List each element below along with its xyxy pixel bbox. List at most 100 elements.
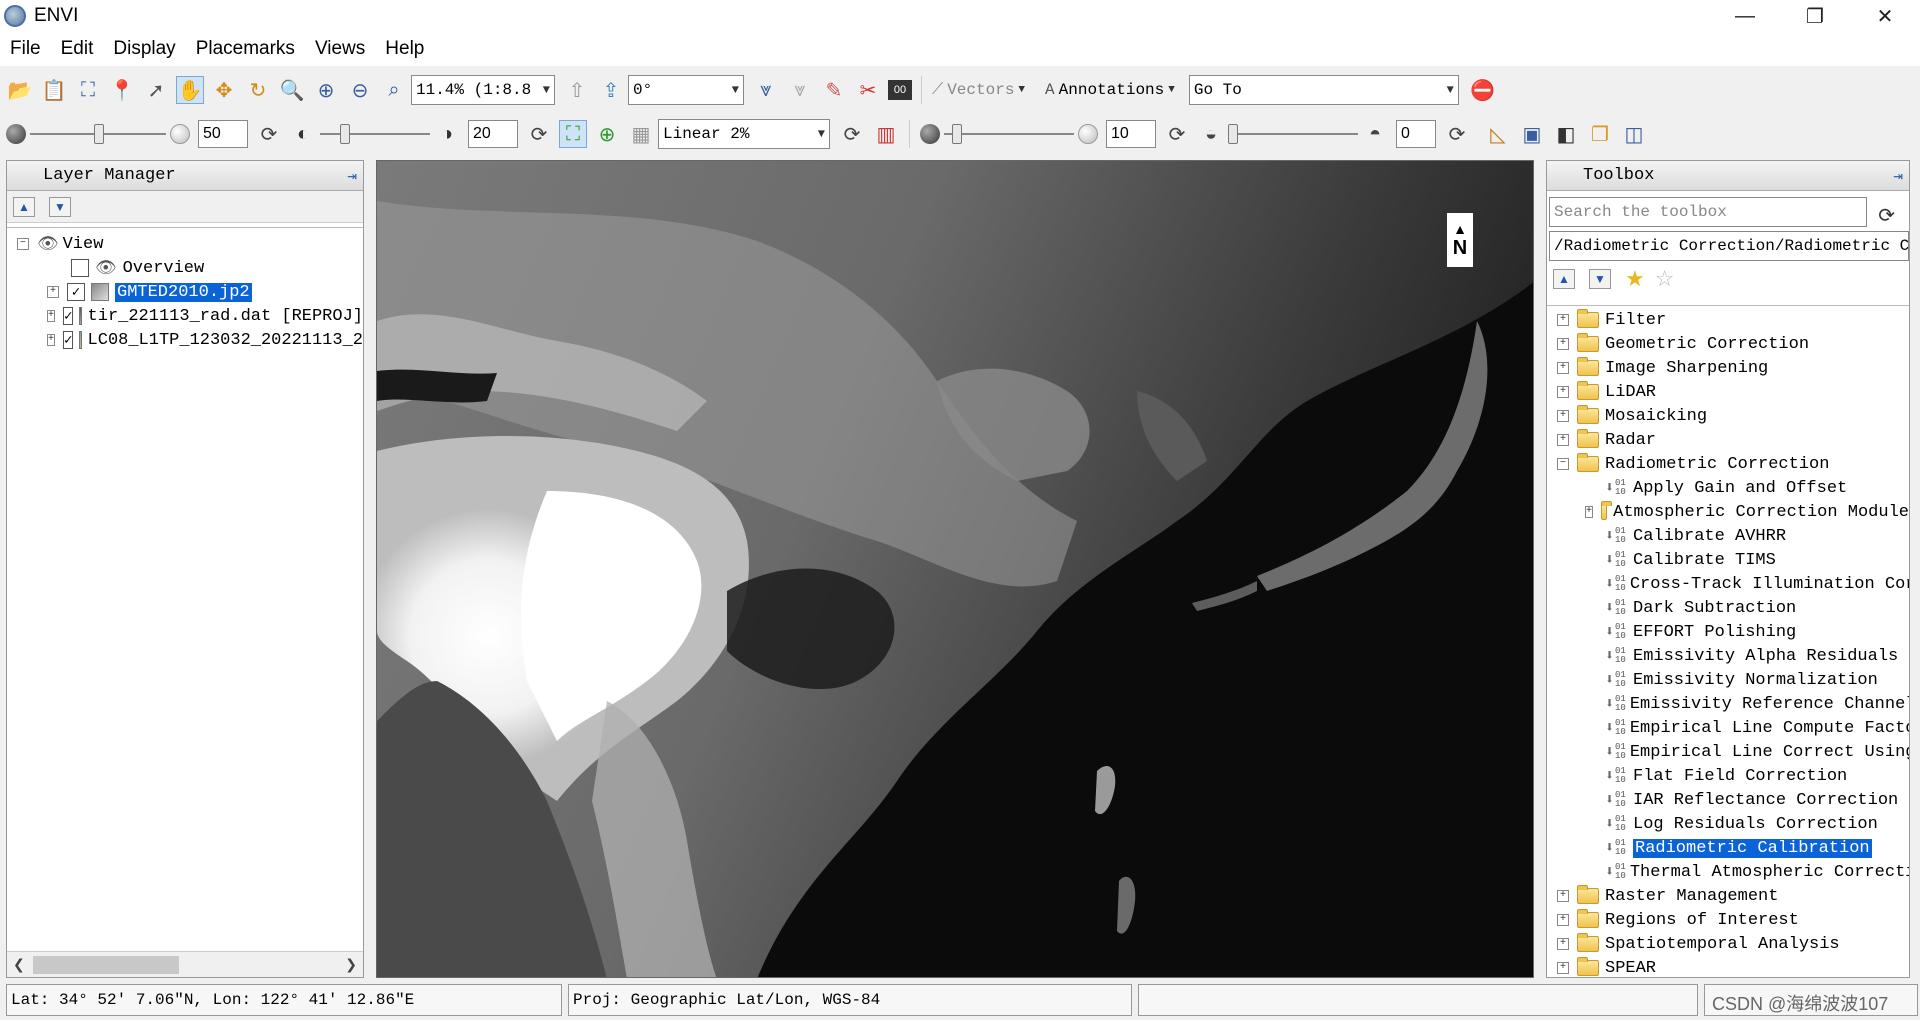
- layer-checkbox[interactable]: ✓: [63, 331, 74, 349]
- scrollbar-thumb[interactable]: [33, 955, 179, 974]
- tree-view-node[interactable]: − 👁 View: [7, 232, 363, 256]
- close-button[interactable]: ✕: [1850, 0, 1920, 32]
- expand-icon[interactable]: +: [1557, 914, 1569, 926]
- overview-checkbox[interactable]: [71, 259, 89, 277]
- refresh-stretch-icon[interactable]: ⟳: [838, 120, 866, 148]
- layer-checkbox[interactable]: ✓: [63, 307, 74, 325]
- slider-thumb[interactable]: [952, 124, 962, 144]
- expand-icon[interactable]: +: [47, 334, 56, 346]
- zoom-in-icon[interactable]: ⊕: [312, 76, 340, 104]
- slider-thumb[interactable]: [340, 124, 350, 144]
- menu-display[interactable]: Display: [113, 38, 175, 60]
- toolbox-folder-open[interactable]: − Radiometric Correction: [1547, 452, 1909, 476]
- reset-sharpen-icon[interactable]: ⟳: [1163, 120, 1191, 148]
- expand-icon[interactable]: +: [1557, 434, 1569, 446]
- rotation-combo[interactable]: 0° ▼: [628, 75, 744, 105]
- scroll-left-icon[interactable]: ❮: [13, 956, 25, 973]
- goto-combo[interactable]: Go To ▼: [1188, 75, 1459, 105]
- rotate-icon[interactable]: ↻: [244, 76, 272, 104]
- toolbox-folder[interactable]: + Atmospheric Correction Module: [1547, 500, 1909, 524]
- horizontal-scrollbar[interactable]: ❮ ❯: [7, 951, 363, 977]
- image-view[interactable]: ▲ N: [376, 160, 1534, 978]
- toolbox-folder[interactable]: + Spatiotemporal Analysis: [1547, 932, 1909, 956]
- add-favorite-star-icon[interactable]: ☆: [1655, 266, 1675, 292]
- minimize-button[interactable]: —: [1710, 0, 1780, 32]
- flicker-icon[interactable]: ❐: [1586, 120, 1614, 148]
- cursor-value-icon[interactable]: ⩔: [786, 76, 814, 104]
- expand-icon[interactable]: +: [1557, 938, 1569, 950]
- data-manager-icon[interactable]: 📋: [40, 76, 68, 104]
- refresh-icon[interactable]: ⟳: [1878, 203, 1895, 228]
- rotate-up-icon[interactable]: ⇧: [563, 76, 591, 104]
- color-table-icon[interactable]: ▥: [872, 120, 900, 148]
- contrast-value[interactable]: 20: [468, 120, 518, 148]
- data-extent-icon[interactable]: ⊕: [593, 120, 621, 148]
- expand-icon[interactable]: +: [47, 286, 59, 298]
- blend-icon[interactable]: ◧: [1552, 120, 1580, 148]
- expand-icon[interactable]: +: [1557, 362, 1569, 374]
- contrast-slider[interactable]: [320, 122, 430, 146]
- vectors-button[interactable]: ⟋ Vectors ▼: [932, 81, 1025, 99]
- expand-icon[interactable]: +: [1585, 506, 1594, 518]
- toolbox-folder[interactable]: + LiDAR: [1547, 380, 1909, 404]
- layer-item[interactable]: + ✓ tir_221113_rad.dat [REPROJ]: [7, 304, 363, 328]
- toolbox-folder[interactable]: + Image Sharpening: [1547, 356, 1909, 380]
- menu-file[interactable]: File: [10, 38, 41, 60]
- zoom-icon[interactable]: 🔍: [278, 76, 306, 104]
- toolbox-tool[interactable]: ⬇ 01 10 IAR Reflectance Correction: [1547, 788, 1909, 812]
- toolbox-folder[interactable]: + Filter: [1547, 308, 1909, 332]
- toolbox-folder[interactable]: + Regions of Interest: [1547, 908, 1909, 932]
- favorites-star-icon[interactable]: ★: [1625, 266, 1645, 292]
- toolbox-tool[interactable]: ⬇ 01 10 Empirical Line Compute Factors: [1547, 716, 1909, 740]
- toolbox-tool[interactable]: ⬇ 01 10 Empirical Line Correct Using E: [1547, 740, 1909, 764]
- zoom-combo[interactable]: 11.4% (1:8.8 ▼: [411, 75, 555, 105]
- toolbox-tool[interactable]: ⬇ 01 10 Calibrate AVHRR: [1547, 524, 1909, 548]
- toolbox-folder[interactable]: + Raster Management: [1547, 884, 1909, 908]
- toolbox-folder[interactable]: + Geometric Correction: [1547, 332, 1909, 356]
- transparency-value[interactable]: 0: [1396, 120, 1436, 148]
- annotations-button[interactable]: A Annotations ▼: [1045, 81, 1175, 99]
- toolbox-tool[interactable]: ⬇ 01 10 Emissivity Reference Channel: [1547, 692, 1909, 716]
- menu-edit[interactable]: Edit: [61, 38, 94, 60]
- reset-transparency-icon[interactable]: ⟳: [1443, 120, 1471, 148]
- stretch-combo[interactable]: Linear 2% ▼: [658, 119, 830, 149]
- layer-checkbox[interactable]: ✓: [67, 283, 85, 301]
- collapse-icon[interactable]: −: [17, 238, 29, 250]
- toolbox-folder[interactable]: + Radar: [1547, 428, 1909, 452]
- expand-icon[interactable]: +: [47, 310, 56, 322]
- portal-icon[interactable]: ▣: [1518, 120, 1546, 148]
- expand-icon[interactable]: +: [1557, 338, 1569, 350]
- pin-panel-icon[interactable]: ⇥: [1893, 166, 1903, 186]
- pixel-locator-icon[interactable]: 00: [888, 80, 912, 100]
- full-extent-icon[interactable]: ⛶: [559, 120, 587, 148]
- sharpen-value[interactable]: 10: [1106, 120, 1156, 148]
- toolbox-path-field[interactable]: /Radiometric Correction/Radiometric Cali…: [1549, 231, 1909, 261]
- expand-icon[interactable]: +: [1557, 386, 1569, 398]
- expand-all-button[interactable]: ▼: [1589, 269, 1611, 289]
- zoom-fit-icon[interactable]: ⌕: [380, 76, 408, 104]
- histogram-icon[interactable]: ▦: [627, 120, 655, 148]
- profile-icon[interactable]: ◺: [1484, 120, 1512, 148]
- menu-placemarks[interactable]: Placemarks: [196, 38, 295, 60]
- remove-icon[interactable]: ⛔: [1469, 76, 1497, 104]
- roi-icon[interactable]: ✂: [854, 76, 882, 104]
- expand-icon[interactable]: +: [1557, 410, 1569, 422]
- measure-icon[interactable]: ✎: [820, 76, 848, 104]
- toolbox-tool[interactable]: ⬇ 01 10 Apply Gain and Offset: [1547, 476, 1909, 500]
- toolbox-folder[interactable]: + Mosaicking: [1547, 404, 1909, 428]
- toolbox-tool[interactable]: ⬇ 01 10 Emissivity Normalization: [1547, 668, 1909, 692]
- toolbox-tool[interactable]: ⬇ 01 10 EFFORT Polishing: [1547, 620, 1909, 644]
- toolbox-tool[interactable]: ⬇ 01 10 Flat Field Correction: [1547, 764, 1909, 788]
- collapse-all-button[interactable]: ▲: [1553, 269, 1575, 289]
- toolbox-tool[interactable]: ⬇ 01 10 Log Residuals Correction: [1547, 812, 1909, 836]
- expand-icon[interactable]: +: [1557, 314, 1569, 326]
- crosshair-icon[interactable]: ⩔: [752, 76, 780, 104]
- swipe-icon[interactable]: ◫: [1620, 120, 1648, 148]
- brightness-slider[interactable]: [30, 122, 166, 146]
- transparency-slider[interactable]: [1228, 122, 1358, 146]
- toolbox-search-input[interactable]: Search the toolbox: [1549, 197, 1867, 227]
- collapse-icon[interactable]: −: [1557, 458, 1569, 470]
- toolbox-tool[interactable]: ⬇ 01 10 Calibrate TIMS: [1547, 548, 1909, 572]
- toolbox-folder[interactable]: + SPEAR: [1547, 956, 1909, 977]
- slider-thumb[interactable]: [94, 124, 104, 144]
